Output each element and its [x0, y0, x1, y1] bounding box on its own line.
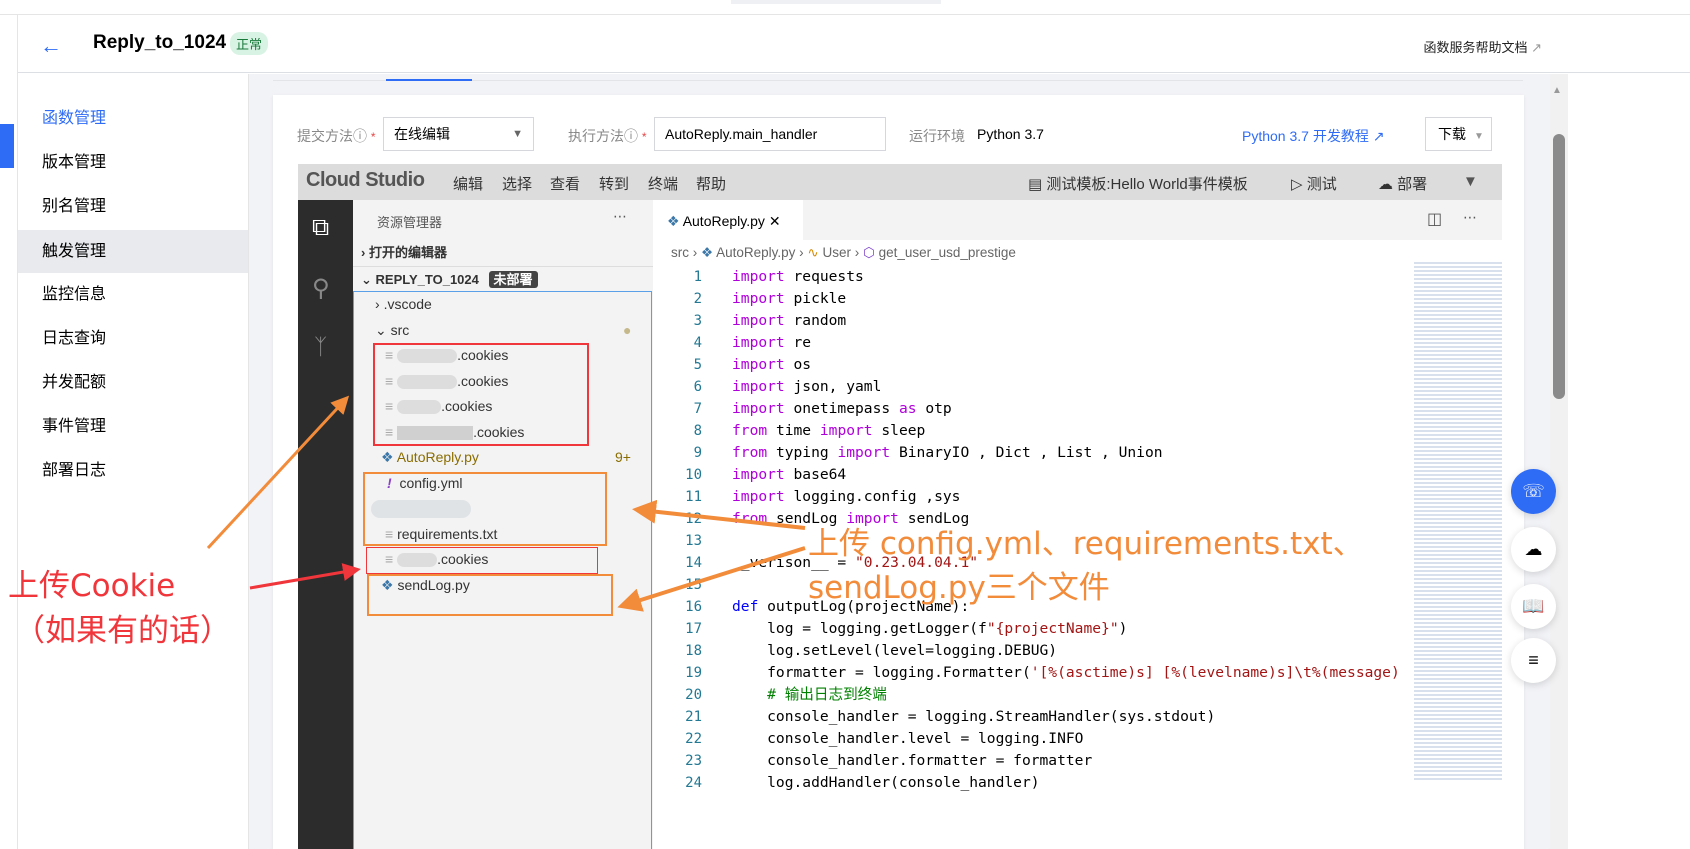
arrow-to-config: [632, 499, 806, 530]
arrow-to-sendlog: [617, 546, 806, 612]
annotation-upload-cookie: 上传Cookie: [8, 568, 176, 604]
annotation-upload-files-2: sendLog.py三个文件: [808, 570, 1110, 606]
annotation-upload-files: 上传 config.yml、requirements.txt、: [808, 526, 1364, 562]
arrow-to-cookies: [206, 395, 350, 550]
annotation-upload-cookie-2: （如果有的话）: [14, 613, 231, 649]
annotation-arrows: [206, 395, 806, 612]
arrow-to-cookie: [249, 563, 361, 590]
